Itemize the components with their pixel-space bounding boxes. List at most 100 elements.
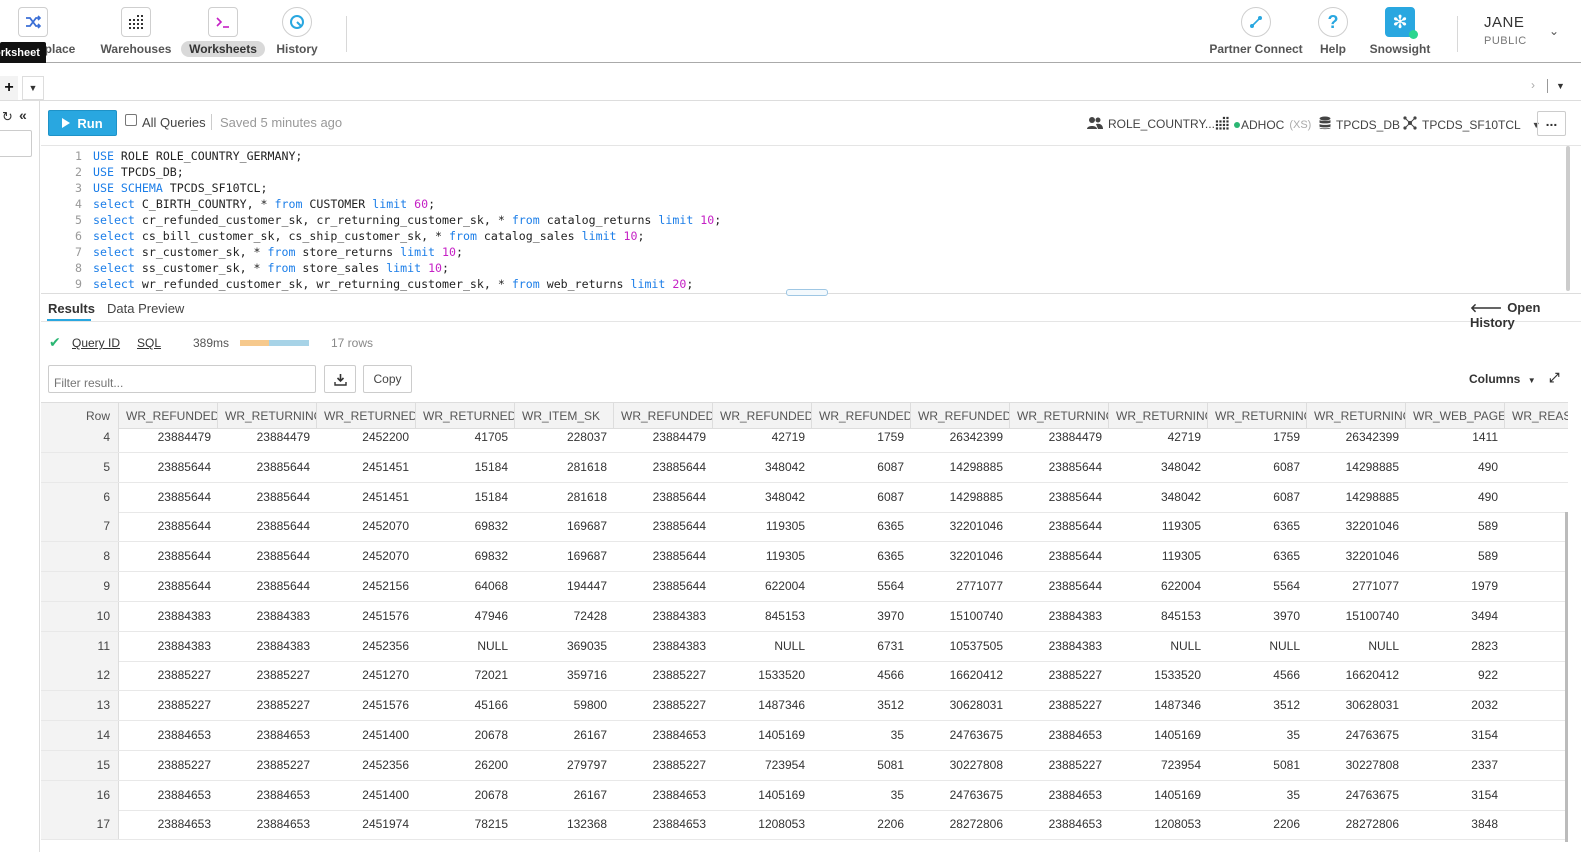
code-text[interactable]: USE TPCDS_DB; — [93, 165, 184, 179]
table-cell[interactable]: 6087 — [1208, 483, 1307, 512]
table-cell[interactable]: 30628031 — [911, 691, 1010, 720]
table-cell[interactable]: 23885227 — [218, 661, 317, 690]
table-cell[interactable]: 723954 — [713, 751, 812, 780]
table-cell[interactable]: 3154 — [1406, 721, 1505, 750]
table-cell[interactable]: 2206 — [1208, 810, 1307, 839]
table-cell[interactable]: 3512 — [812, 691, 911, 720]
table-cell[interactable]: 23884653 — [218, 810, 317, 839]
table-cell[interactable]: 26342399 — [911, 423, 1010, 452]
table-cell[interactable]: 2771077 — [1307, 572, 1406, 601]
code-line[interactable]: 3 USE SCHEMA TPCDS_SF10TCL; — [41, 181, 1541, 197]
table-cell[interactable]: 23884383 — [119, 602, 218, 631]
table-cell[interactable]: 119305 — [713, 542, 812, 571]
table-cell[interactable]: 26167 — [515, 781, 614, 810]
table-cell[interactable]: 1208053 — [1109, 810, 1208, 839]
nav-warehouses[interactable]: Warehouses — [96, 0, 176, 63]
code-text[interactable]: USE ROLE ROLE_COUNTRY_GERMANY; — [93, 149, 302, 163]
table-cell[interactable] — [1505, 751, 1568, 780]
table-cell[interactable]: 169687 — [515, 512, 614, 541]
user-role[interactable]: PUBLIC — [1484, 35, 1527, 47]
table-cell[interactable] — [1505, 602, 1568, 631]
table-cell[interactable]: NULL — [416, 632, 515, 661]
table-cell[interactable]: 35 — [812, 781, 911, 810]
chevron-right-icon[interactable]: › — [1531, 78, 1535, 92]
table-cell[interactable]: 4566 — [1208, 661, 1307, 690]
editor-scrollbar[interactable] — [1566, 146, 1570, 291]
table-cell[interactable]: 23884653 — [614, 810, 713, 839]
table-cell[interactable]: 5564 — [812, 572, 911, 601]
code-line[interactable]: 2 USE TPCDS_DB; — [41, 165, 1541, 181]
table-row[interactable]: 16 23884653 23884653 2451400 20678 26167 23884… — [41, 780, 1568, 811]
table-cell[interactable] — [1505, 661, 1568, 690]
table-cell[interactable]: 194447 — [515, 572, 614, 601]
expand-icon[interactable]: ⤢ — [1549, 370, 1559, 386]
all-queries-checkbox[interactable] — [125, 114, 137, 126]
table-cell[interactable] — [1505, 572, 1568, 601]
table-cell[interactable] — [1505, 810, 1568, 839]
filter-result-input[interactable] — [48, 365, 316, 393]
table-cell[interactable]: 589 — [1406, 512, 1505, 541]
code-line[interactable]: 5 select cr_refunded_customer_sk, cr_retu… — [41, 213, 1541, 229]
table-cell[interactable]: 845153 — [713, 602, 812, 631]
table-cell[interactable]: 490 — [1406, 453, 1505, 482]
table-cell[interactable]: 26342399 — [1307, 423, 1406, 452]
table-cell[interactable]: 622004 — [1109, 572, 1208, 601]
table-cell[interactable]: 1487346 — [1109, 691, 1208, 720]
table-cell[interactable]: 2451576 — [317, 691, 416, 720]
code-text[interactable]: select cs_bill_customer_sk, cs_ship_cust… — [93, 229, 644, 243]
table-cell[interactable]: 69832 — [416, 542, 515, 571]
table-cell[interactable]: 5564 — [1208, 572, 1307, 601]
table-cell[interactable]: 2451270 — [317, 661, 416, 690]
table-cell[interactable]: 23885644 — [218, 572, 317, 601]
table-cell[interactable]: 16620412 — [1307, 661, 1406, 690]
table-cell[interactable]: 1487346 — [713, 691, 812, 720]
code-text[interactable]: USE SCHEMA TPCDS_SF10TCL; — [93, 181, 268, 195]
table-cell[interactable]: 23885227 — [614, 691, 713, 720]
table-cell[interactable]: 23884653 — [218, 781, 317, 810]
table-cell[interactable]: 490 — [1406, 483, 1505, 512]
table-cell[interactable]: 2452356 — [317, 632, 416, 661]
code-line[interactable]: 1 USE ROLE ROLE_COUNTRY_GERMANY; — [41, 149, 1541, 165]
table-cell[interactable]: 24763675 — [1307, 721, 1406, 750]
table-cell[interactable] — [1505, 423, 1568, 452]
table-cell[interactable] — [1505, 542, 1568, 571]
table-cell[interactable]: 23885644 — [614, 512, 713, 541]
table-row[interactable]: 11 23884383 23884383 2452356 NULL 369035 23884… — [41, 631, 1568, 662]
table-cell[interactable]: 2451576 — [317, 602, 416, 631]
table-cell[interactable]: 845153 — [1109, 602, 1208, 631]
table-cell[interactable]: 2451974 — [317, 810, 416, 839]
code-text[interactable]: select cr_refunded_customer_sk, cr_retur… — [93, 213, 721, 227]
table-cell[interactable]: 348042 — [1109, 483, 1208, 512]
table-cell[interactable]: 1533520 — [713, 661, 812, 690]
table-cell[interactable]: 35 — [812, 721, 911, 750]
table-cell[interactable]: 23885644 — [218, 453, 317, 482]
table-cell[interactable]: 35 — [1208, 781, 1307, 810]
table-cell[interactable]: 30227808 — [1307, 751, 1406, 780]
table-cell[interactable]: 23885227 — [614, 661, 713, 690]
table-cell[interactable]: 15100740 — [911, 602, 1010, 631]
table-cell[interactable]: 369035 — [515, 632, 614, 661]
table-cell[interactable]: 1533520 — [1109, 661, 1208, 690]
copy-button[interactable]: Copy — [363, 365, 412, 393]
user-name[interactable]: JANE — [1484, 14, 1524, 31]
table-cell[interactable]: 26167 — [515, 721, 614, 750]
sql-link[interactable]: SQL — [137, 336, 161, 350]
table-cell[interactable]: 3512 — [1208, 691, 1307, 720]
table-cell[interactable] — [1505, 691, 1568, 720]
table-cell[interactable]: 32201046 — [911, 542, 1010, 571]
table-cell[interactable]: 20678 — [416, 781, 515, 810]
table-cell[interactable]: 23885227 — [218, 691, 317, 720]
table-cell[interactable]: 23884653 — [614, 721, 713, 750]
table-cell[interactable]: 32201046 — [1307, 542, 1406, 571]
table-cell[interactable]: 23884653 — [1010, 721, 1109, 750]
table-row[interactable]: 15 23885227 23885227 2452356 26200 279797 2388… — [41, 750, 1568, 781]
table-cell[interactable] — [1505, 632, 1568, 661]
code-text[interactable]: select sr_customer_sk, * from store_retu… — [93, 245, 463, 259]
columns-button[interactable]: Columns ▼ — [1469, 372, 1536, 386]
table-cell[interactable]: 6087 — [812, 483, 911, 512]
table-cell[interactable]: 2451400 — [317, 781, 416, 810]
table-cell[interactable]: 3970 — [812, 602, 911, 631]
table-cell[interactable]: 4566 — [812, 661, 911, 690]
warehouse-selector[interactable]: ADHOC (XS) — [1215, 116, 1311, 133]
table-cell[interactable]: 15184 — [416, 483, 515, 512]
